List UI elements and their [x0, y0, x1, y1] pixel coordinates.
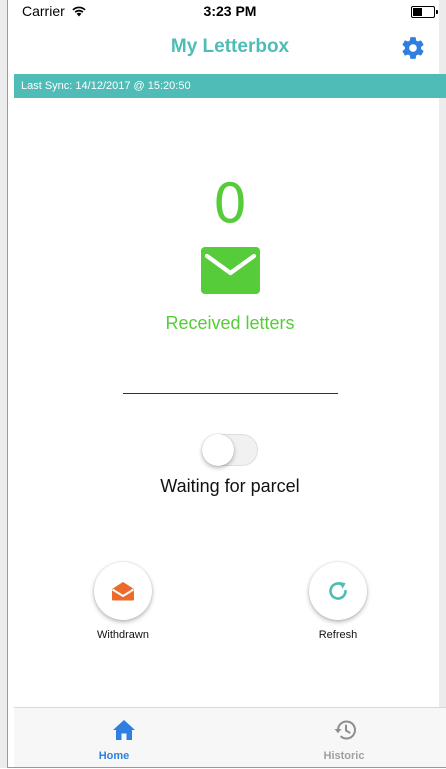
toggle-knob	[202, 434, 234, 466]
frame-border	[7, 0, 446, 768]
refresh-label: Refresh	[318, 629, 358, 641]
tab-home[interactable]: Home	[14, 708, 230, 769]
open-envelope-icon	[111, 582, 135, 601]
waiting-parcel-toggle[interactable]	[202, 434, 258, 466]
envelope-icon	[201, 247, 260, 294]
refresh-button[interactable]	[309, 562, 367, 620]
section-divider	[123, 393, 338, 394]
home-icon	[113, 720, 135, 740]
waiting-parcel-label: Waiting for parcel	[160, 476, 300, 496]
letter-count: 0	[212, 172, 248, 235]
withdrawn-button[interactable]	[94, 562, 152, 620]
last-sync-text: Last Sync: 14/12/2017 @ 15:20:50	[21, 80, 191, 92]
last-sync-bar: Last Sync: 14/12/2017 @ 15:20:50	[14, 74, 446, 98]
status-time: 3:23 PM	[203, 3, 257, 19]
app-frame: Carrier 3:23 PM My Letterbox Last Sync: …	[0, 0, 446, 768]
tab-historic-label: Historic	[323, 750, 365, 762]
history-icon	[334, 720, 356, 740]
withdrawn-label: Withdrawn	[97, 629, 149, 641]
tab-bar: Home Historic	[14, 707, 446, 768]
tab-home-label: Home	[98, 750, 130, 762]
status-bar: Carrier 3:23 PM	[7, 0, 446, 24]
received-letters-label: Received letters	[165, 313, 295, 333]
tab-historic[interactable]: Historic	[230, 708, 446, 769]
refresh-icon	[329, 581, 347, 600]
page-title: My Letterbox	[170, 36, 290, 57]
battery-icon	[411, 6, 438, 18]
gear-icon[interactable]	[400, 35, 426, 61]
